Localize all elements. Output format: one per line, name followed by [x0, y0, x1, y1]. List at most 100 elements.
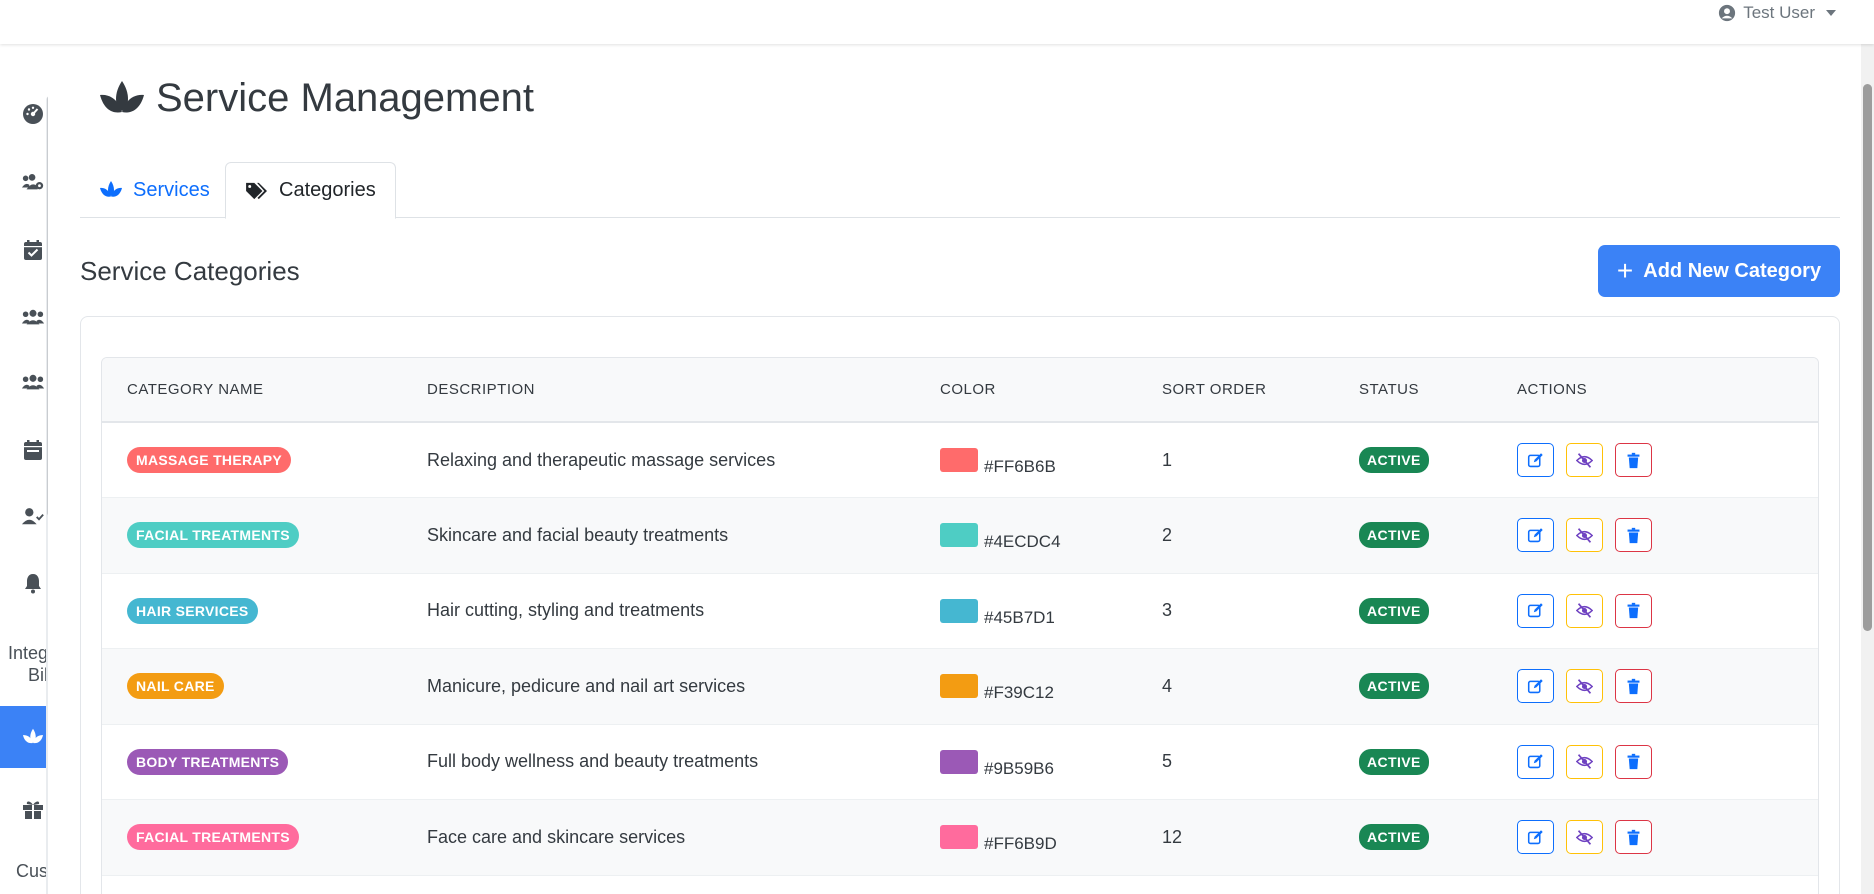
tab-categories-label: Categories — [279, 179, 376, 201]
edit-button[interactable] — [1517, 518, 1554, 553]
categories-card: CATEGORY NAME DESCRIPTION COLOR SORT ORD… — [80, 316, 1840, 894]
page-scrollbar-thumb[interactable] — [1863, 84, 1872, 631]
column-header-status[interactable]: STATUS — [1334, 358, 1492, 422]
column-header-category-name[interactable]: CATEGORY NAME — [102, 358, 402, 422]
column-header-actions: ACTIONS — [1517, 381, 1588, 398]
color-swatch-group: #9B59B6 — [940, 749, 1137, 778]
user-check-icon — [21, 508, 44, 525]
sidebar-item-dashboard[interactable] — [18, 99, 48, 129]
sidebar-item-user-check[interactable] — [18, 501, 48, 531]
top-navbar: Test User — [0, 0, 1874, 44]
description-cell: Skincare and facial beauty treatments — [427, 524, 729, 545]
actions-cell — [1492, 498, 1818, 574]
page-title: Service Management — [156, 76, 534, 120]
category-name-cell: HAIR SERVICES — [102, 573, 402, 649]
bell-icon — [25, 574, 41, 594]
delete-button[interactable] — [1615, 593, 1652, 628]
toggle-visibility-button[interactable] — [1566, 820, 1603, 855]
sidebar-item-staff[interactable] — [18, 167, 48, 197]
category-name-cell: FACIAL TREATMENTS — [102, 498, 402, 574]
column-header-sort-order[interactable]: SORT ORDER — [1137, 358, 1334, 422]
trash-icon — [1627, 754, 1640, 770]
category-name-badge: NAIL CARE — [127, 673, 224, 700]
spa-icon — [100, 181, 122, 197]
color-swatch — [940, 598, 978, 623]
description-cell: Hair cutting, styling and treatments — [427, 600, 705, 621]
sidebar-item-appointments[interactable] — [18, 235, 48, 265]
sidebar-item-calendar[interactable] — [18, 435, 48, 465]
edit-button[interactable] — [1517, 443, 1554, 477]
user-menu-dropdown[interactable]: Test User — [1718, 3, 1836, 23]
status-cell: ACTIVE — [1334, 573, 1492, 649]
tab-services-label: Services — [133, 178, 210, 201]
category-name-badge: FACIAL TREATMENTS — [127, 824, 299, 851]
delete-button[interactable] — [1615, 518, 1652, 553]
sidebar-item-gift-cards[interactable] — [18, 794, 48, 824]
sidebar-item-customers[interactable] — [18, 302, 48, 332]
color-swatch-group: #FF6B6B — [940, 448, 1137, 476]
edit-icon — [1527, 754, 1543, 769]
color-swatch — [940, 523, 978, 548]
status-cell: ACTIVE — [1334, 498, 1492, 574]
status-cell: ACTIVE — [1334, 724, 1492, 800]
tab-services[interactable]: Services — [80, 162, 229, 218]
sidebar-scrollbar[interactable] — [46, 96, 48, 894]
row-actions — [1517, 669, 1818, 704]
caret-down-icon — [1826, 10, 1836, 16]
sort-order-cell: 1 — [1162, 449, 1173, 470]
edit-button[interactable] — [1517, 820, 1554, 855]
section-title: Service Categories — [80, 256, 300, 286]
main-content: Service Management Services Categories S… — [80, 44, 1840, 894]
description-cell: Relaxing and therapeutic massage service… — [427, 449, 776, 470]
sidebar-item-integrations[interactable]: Integ Bil — [0, 642, 48, 686]
delete-button[interactable] — [1615, 443, 1652, 477]
sidebar-item-services-active[interactable] — [0, 706, 48, 768]
app-root: Test User Integ Bil Cus Service Manageme… — [0, 0, 1874, 894]
sidebar-scrollbar-thumb[interactable] — [47, 96, 48, 516]
gift-icon — [23, 801, 43, 819]
toggle-visibility-button[interactable] — [1566, 669, 1603, 704]
color-swatch — [940, 825, 978, 850]
eye-slash-icon — [1576, 754, 1593, 770]
edit-icon — [1527, 528, 1543, 542]
delete-button[interactable] — [1615, 820, 1652, 855]
page-scrollbar[interactable] — [1861, 44, 1874, 894]
sidebar-item-customers-partial[interactable]: Cus — [0, 860, 48, 882]
sort-order-cell: 2 — [1162, 524, 1173, 545]
sidebar-label-partial: Cus — [15, 861, 48, 881]
column-header-description[interactable]: DESCRIPTION — [402, 358, 915, 422]
sidebar-item-notifications[interactable] — [18, 568, 48, 598]
category-name-badge: BODY TREATMENTS — [127, 748, 289, 775]
toggle-visibility-button[interactable] — [1566, 443, 1603, 477]
eye-slash-icon — [1576, 678, 1593, 694]
delete-button[interactable] — [1615, 744, 1652, 779]
edit-button[interactable] — [1517, 593, 1554, 628]
color-swatch — [940, 448, 978, 472]
color-cell: #FF6B9D — [915, 800, 1137, 876]
status-cell: ACTIVE — [1334, 800, 1492, 876]
eye-slash-icon — [1576, 527, 1593, 543]
status-badge: ACTIVE — [1359, 447, 1429, 473]
color-hex: #4ECDC4 — [984, 532, 1061, 552]
calendar-check-icon — [24, 240, 42, 260]
sidebar: Integ Bil Cus — [0, 44, 48, 894]
tab-bar: Services Categories — [80, 162, 1840, 219]
actions-cell — [1492, 422, 1818, 498]
delete-button[interactable] — [1615, 669, 1652, 704]
toggle-visibility-button[interactable] — [1566, 593, 1603, 628]
edit-button[interactable] — [1517, 669, 1554, 704]
description-cell: Full body wellness and beauty treatments — [427, 751, 759, 772]
tags-icon — [246, 182, 267, 199]
column-header-color[interactable]: COLOR — [915, 358, 1137, 422]
status-cell: ACTIVE — [1334, 422, 1492, 498]
toggle-visibility-button[interactable] — [1566, 518, 1603, 553]
edit-button[interactable] — [1517, 744, 1554, 779]
tab-categories[interactable]: Categories — [225, 162, 396, 219]
description-cell: Face care and skincare services — [427, 826, 686, 847]
spa-icon — [100, 80, 144, 112]
status-badge: ACTIVE — [1359, 748, 1429, 775]
toggle-visibility-button[interactable] — [1566, 744, 1603, 779]
sidebar-item-groups[interactable] — [18, 367, 48, 397]
table-header-row: CATEGORY NAME DESCRIPTION COLOR SORT ORD… — [102, 358, 1818, 422]
add-new-category-button[interactable]: + Add New Category — [1598, 245, 1840, 297]
